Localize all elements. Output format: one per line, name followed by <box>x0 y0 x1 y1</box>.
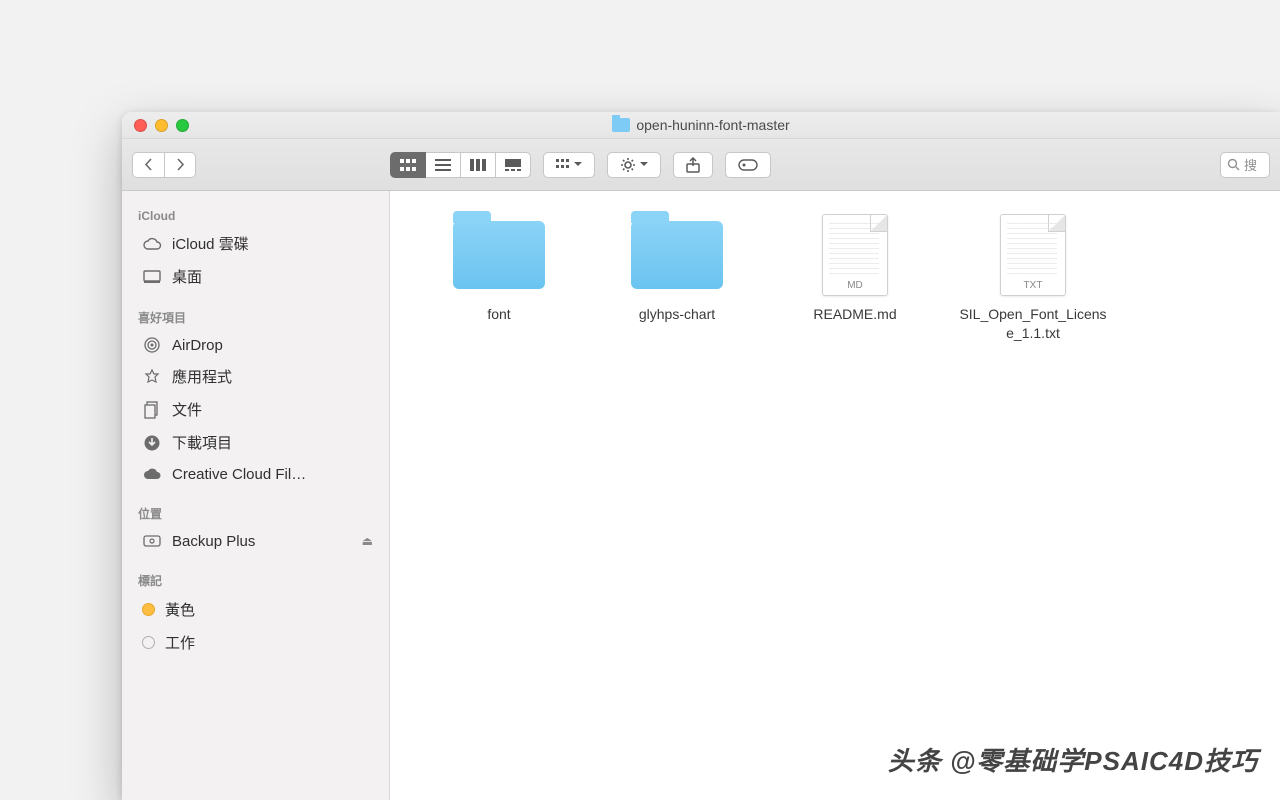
gear-icon <box>620 157 636 173</box>
file-item-folder[interactable]: font <box>420 215 578 343</box>
file-label: SIL_Open_Font_License_1.1.txt <box>958 305 1108 343</box>
file-label: font <box>487 305 510 324</box>
share-button[interactable] <box>673 152 713 178</box>
window-title: open-huninn-font-master <box>122 117 1280 133</box>
file-label: glyhps-chart <box>639 305 715 324</box>
sidebar-item-label: Creative Cloud Fil… <box>172 466 306 483</box>
cloud-icon <box>142 235 162 253</box>
sidebar-item-label: Backup Plus <box>172 533 255 550</box>
search-icon <box>1227 158 1240 171</box>
sidebar-item-label: 桌面 <box>172 266 202 287</box>
search-input[interactable]: 搜 <box>1220 152 1270 178</box>
forward-button[interactable] <box>164 152 196 178</box>
sidebar-item-downloads[interactable]: 下載項目 <box>122 426 389 459</box>
folder-icon <box>612 118 630 132</box>
drive-icon <box>142 532 162 550</box>
file-item-folder[interactable]: glyhps-chart <box>598 215 756 343</box>
sidebar-heading: 標記 <box>122 566 389 593</box>
document-icon: TXT <box>985 215 1081 295</box>
sidebar-item-icloud-drive[interactable]: iCloud 雲碟 <box>122 227 389 260</box>
tags-button[interactable] <box>725 152 771 178</box>
close-button[interactable] <box>134 119 147 132</box>
chevron-down-icon <box>640 162 648 167</box>
file-grid: font glyhps-chart MD README.md TXT SIL_O… <box>390 191 1280 800</box>
file-item-document[interactable]: MD README.md <box>776 215 934 343</box>
titlebar: open-huninn-font-master <box>122 112 1280 139</box>
file-badge: MD <box>845 280 865 291</box>
sidebar-item-tag-yellow[interactable]: 黃色 <box>122 593 389 626</box>
icon-view-button[interactable] <box>390 152 426 178</box>
chevron-down-icon <box>574 162 582 167</box>
sidebar-item-tag-work[interactable]: 工作 <box>122 626 389 659</box>
eject-icon[interactable]: ⏏ <box>362 534 373 548</box>
sidebar-item-label: iCloud 雲碟 <box>172 233 249 254</box>
sidebar-heading: iCloud <box>122 203 389 227</box>
sidebar-item-backup-plus[interactable]: Backup Plus ⏏ <box>122 526 389 556</box>
back-button[interactable] <box>132 152 164 178</box>
document-icon: MD <box>807 215 903 295</box>
list-icon <box>435 159 451 171</box>
documents-icon <box>142 401 162 419</box>
folder-icon <box>629 215 725 295</box>
tag-dot-icon <box>142 636 155 649</box>
sidebar-section-tags: 標記 黃色 工作 <box>122 560 389 663</box>
search-placeholder: 搜 <box>1244 155 1257 174</box>
sidebar-item-label: 工作 <box>165 632 195 653</box>
traffic-lights <box>134 119 189 132</box>
sidebar-heading: 位置 <box>122 499 389 526</box>
folder-icon <box>451 215 547 295</box>
apps-icon <box>142 368 162 386</box>
sidebar: iCloud iCloud 雲碟 桌面 喜好項目 AirDrop <box>122 191 390 800</box>
toolbar: 搜 <box>122 139 1280 191</box>
view-mode-group <box>390 152 531 178</box>
column-view-button[interactable] <box>461 152 496 178</box>
group-by-button[interactable] <box>543 152 595 178</box>
sidebar-item-creative-cloud[interactable]: Creative Cloud Fil… <box>122 459 389 489</box>
sidebar-item-desktop[interactable]: 桌面 <box>122 260 389 293</box>
window-title-text: open-huninn-font-master <box>636 117 789 133</box>
sidebar-item-label: 文件 <box>172 399 202 420</box>
list-view-button[interactable] <box>426 152 461 178</box>
airdrop-icon <box>142 336 162 354</box>
file-badge: TXT <box>1022 280 1045 291</box>
finder-body: iCloud iCloud 雲碟 桌面 喜好項目 AirDrop <box>122 191 1280 800</box>
sidebar-heading: 喜好項目 <box>122 303 389 330</box>
share-icon <box>686 157 700 173</box>
desktop-icon <box>142 268 162 286</box>
maximize-button[interactable] <box>176 119 189 132</box>
chevron-left-icon <box>144 158 153 171</box>
minimize-button[interactable] <box>155 119 168 132</box>
grid-small-icon <box>556 159 570 171</box>
nav-buttons <box>132 152 196 178</box>
action-button[interactable] <box>607 152 661 178</box>
creative-cloud-icon <box>142 465 162 483</box>
sidebar-item-documents[interactable]: 文件 <box>122 393 389 426</box>
sidebar-item-label: 黃色 <box>165 599 195 620</box>
sidebar-item-airdrop[interactable]: AirDrop <box>122 330 389 360</box>
grid-icon <box>400 159 416 171</box>
sidebar-item-label: 應用程式 <box>172 366 232 387</box>
sidebar-item-applications[interactable]: 應用程式 <box>122 360 389 393</box>
sidebar-item-label: AirDrop <box>172 337 223 354</box>
watermark-text: 头条 @零基础学PSAIC4D技巧 <box>888 741 1258 778</box>
tag-icon <box>738 158 758 172</box>
finder-window: open-huninn-font-master <box>122 112 1280 800</box>
columns-icon <box>470 159 486 171</box>
tag-dot-icon <box>142 603 155 616</box>
downloads-icon <box>142 434 162 452</box>
sidebar-section-favorites: 喜好項目 AirDrop 應用程式 文件 下載項目 <box>122 297 389 493</box>
sidebar-section-icloud: iCloud iCloud 雲碟 桌面 <box>122 197 389 297</box>
gallery-icon <box>505 159 521 171</box>
sidebar-item-label: 下載項目 <box>172 432 232 453</box>
file-label: README.md <box>813 305 896 324</box>
file-item-document[interactable]: TXT SIL_Open_Font_License_1.1.txt <box>954 215 1112 343</box>
gallery-view-button[interactable] <box>496 152 531 178</box>
sidebar-section-locations: 位置 Backup Plus ⏏ <box>122 493 389 560</box>
chevron-right-icon <box>176 158 185 171</box>
